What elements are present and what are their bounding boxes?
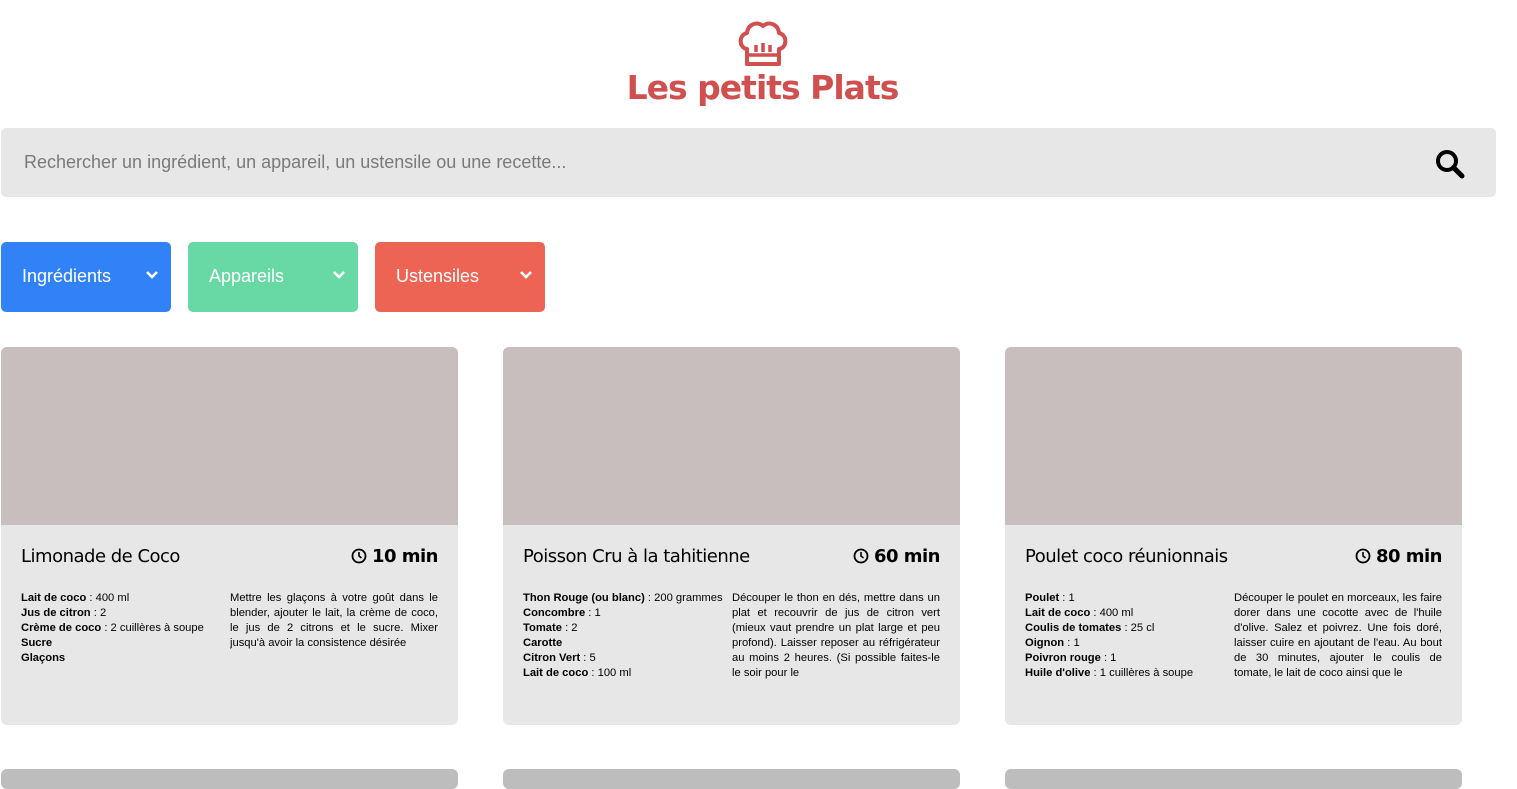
recipe-card[interactable]: Limonade de Coco 10 min Lait de coco : 4… [1,347,458,725]
recipe-title: Poulet coco réunionnais [1025,546,1228,567]
recipe-time: 60 min [853,546,941,567]
clock-icon [351,548,367,564]
recipe-card[interactable]: Poisson Cru à la tahitienne 60 min Thon … [503,347,960,725]
recipe-title: Poisson Cru à la tahitienne [523,546,750,567]
recipe-image [1005,347,1462,525]
recipe-image [503,347,960,525]
ingredient-item: Lait de coco : 400 ml [1025,607,1134,619]
recipe-image [1,347,458,525]
chevron-down-icon [520,271,532,279]
filter-ustensiles-button[interactable]: Ustensiles [375,242,545,312]
ingredient-item: Concombre : 1 [523,607,601,619]
ingredient-item: Poivron rouge : 1 [1025,652,1117,664]
recipe-card[interactable]: Poulet coco réunionnais 80 min Poulet : … [1005,347,1462,725]
search-icon[interactable] [1434,148,1466,180]
ingredient-item: Thon Rouge (ou blanc) : 200 grammes [523,592,723,604]
ingredients-list: Lait de coco : 400 ml Jus de citron : 2 … [21,591,221,666]
ingredient-item: Sucre [21,637,53,649]
search-input[interactable] [1,128,1401,197]
chef-hat-icon [738,21,788,66]
brand-title: Les petits Plats [626,68,900,107]
ingredient-item: Carotte [523,637,563,649]
recipe-time-value: 60 min [873,546,941,567]
recipe-time-value: 80 min [1375,546,1443,567]
filter-label: Ingrédients [22,266,112,286]
ingredient-item: Poulet : 1 [1025,592,1075,604]
ingredient-item: Citron Vert : 5 [523,652,596,664]
clock-icon [1355,548,1371,564]
ingredient-item: Tomate : 2 [523,622,578,634]
ingredients-list: Thon Rouge (ou blanc) : 200 grammes Conc… [523,591,723,681]
recipe-time: 10 min [351,546,439,567]
recipe-description: Découper le poulet en morceaux, les fair… [1234,592,1442,679]
recipe-card-partial[interactable] [1005,769,1462,789]
ingredient-item: Huile d'olive : 1 cuillères à soupe [1025,667,1194,679]
ingredient-item: Lait de coco : 400 ml [21,592,130,604]
recipe-description: Mettre les glaçons à votre goût dans le … [230,592,438,649]
recipe-title: Limonade de Coco [21,546,180,567]
recipe-time-value: 10 min [371,546,439,567]
chevron-down-icon [146,271,158,279]
recipe-card-partial[interactable] [503,769,960,789]
filter-label: Appareils [209,266,285,286]
ingredient-item: Crème de coco : 2 cuillères à soupe [21,622,204,634]
recipe-card-partial[interactable] [1,769,458,789]
ingredients-list: Poulet : 1 Lait de coco : 400 ml Coulis … [1025,591,1225,681]
filter-appareils-button[interactable]: Appareils [188,242,358,312]
chevron-down-icon [333,271,345,279]
clock-icon [853,548,869,564]
ingredient-item: Oignon : 1 [1025,637,1080,649]
filter-ingredients-button[interactable]: Ingrédients [1,242,171,312]
ingredient-item: Coulis de tomates : 25 cl [1025,622,1155,634]
ingredient-item: Jus de citron : 2 [21,607,107,619]
filter-label: Ustensiles [396,266,480,286]
search-bar [1,128,1496,197]
recipe-time: 80 min [1355,546,1443,567]
recipe-description: Découper le thon en dés, mettre dans un … [732,592,940,679]
ingredient-item: Glaçons [21,652,66,664]
ingredient-item: Lait de coco : 100 ml [523,667,632,679]
